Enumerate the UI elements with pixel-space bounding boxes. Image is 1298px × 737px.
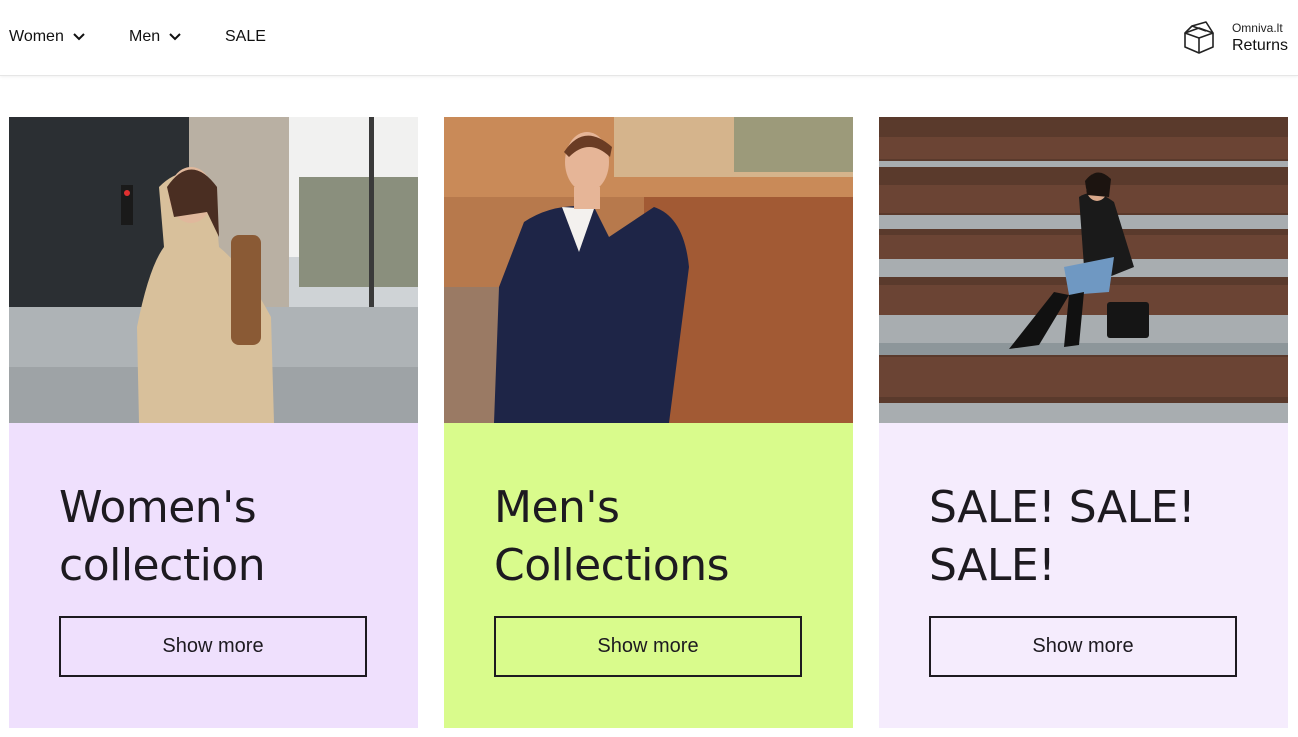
nav-sale[interactable]: SALE [225,26,266,48]
men-collection-photo[interactable] [444,117,853,423]
nav-women[interactable]: Women [9,26,86,48]
women-show-more-button[interactable]: Show more [59,616,367,677]
women-collection-photo[interactable] [9,117,418,423]
men-collection-panel: Men's Collections Show more [444,423,853,728]
returns-link[interactable]: Omniva.lt Returns [1180,16,1288,60]
nav-men[interactable]: Men [129,26,182,48]
category-card-sale: SALE! SALE! SALE! Show more [879,117,1288,728]
nav-sale-label: SALE [225,28,266,45]
men-show-more-button[interactable]: Show more [494,616,802,677]
women-collection-panel: Women's collection Show more [9,423,418,728]
sale-show-more-button[interactable]: Show more [929,616,1237,677]
nav-women-label: Women [9,28,64,45]
chevron-down-icon [73,33,85,41]
sale-collection-title: SALE! SALE! SALE! [929,482,1196,591]
top-nav-bar: Women Men SALE Omniva.lt Returns [0,0,1298,76]
nav-men-label: Men [129,28,161,45]
chevron-down-icon [169,33,181,41]
sale-collection-photo[interactable] [879,117,1288,423]
sale-collection-panel: SALE! SALE! SALE! Show more [879,423,1288,728]
returns-label: Returns [1231,36,1288,54]
men-collection-title: Men's Collections [494,482,730,591]
returns-brand: Omniva.lt [1231,21,1283,36]
category-card-women: Women's collection Show more [9,117,418,728]
box-icon [1184,21,1214,54]
category-card-men: Men's Collections Show more [444,117,853,728]
women-collection-title: Women's collection [59,482,266,591]
